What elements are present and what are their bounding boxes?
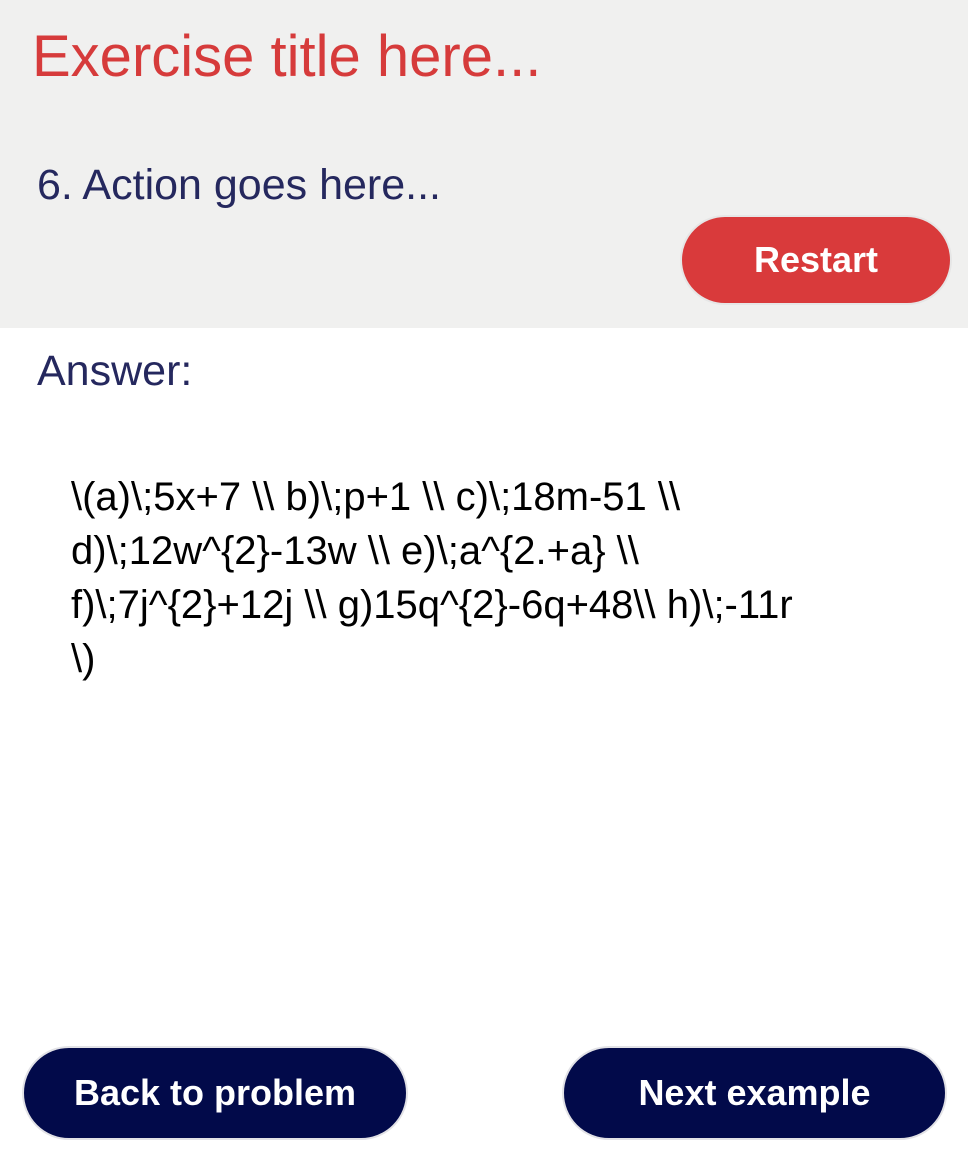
answer-line: f)\;7j^{2}+12j \\ g)15q^{2}-6q+48\\ h)\;… bbox=[71, 583, 793, 627]
answer-label: Answer: bbox=[37, 347, 193, 395]
answer-line: \(a)\;5x+7 \\ b)\;p+1 \\ c)\;18m-51 \\ bbox=[71, 475, 681, 519]
exercise-title: Exercise title here... bbox=[32, 24, 542, 89]
answer-line: d)\;12w^{2}-13w \\ e)\;a^{2.+a} \\ bbox=[71, 529, 639, 573]
action-text: 6. Action goes here... bbox=[37, 161, 441, 209]
answer-line: \) bbox=[71, 637, 96, 681]
restart-button[interactable]: Restart bbox=[680, 215, 952, 305]
answer-content: \(a)\;5x+7 \\ b)\;p+1 \\ c)\;18m-51 \\ d… bbox=[71, 470, 931, 686]
exercise-header: Exercise title here... 6. Action goes he… bbox=[0, 0, 968, 328]
next-example-button[interactable]: Next example bbox=[562, 1046, 947, 1140]
back-to-problem-button[interactable]: Back to problem bbox=[22, 1046, 408, 1140]
exercise-page: Exercise title here... 6. Action goes he… bbox=[0, 0, 968, 1160]
